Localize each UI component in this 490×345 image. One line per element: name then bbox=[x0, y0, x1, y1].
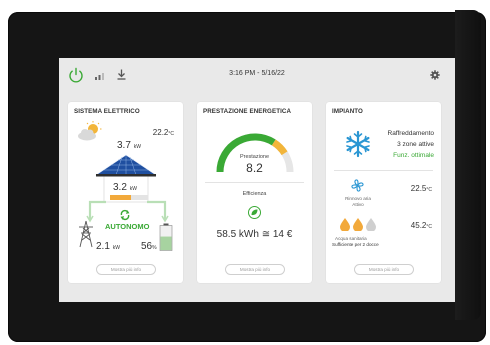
solar-production: 3.7 kW bbox=[117, 140, 141, 151]
solar-production-value: 3.7 bbox=[117, 140, 131, 151]
tablet-edge bbox=[455, 10, 481, 320]
gauge-label: Prestazione bbox=[239, 154, 270, 160]
water-temperature: 45.2°C bbox=[411, 221, 432, 230]
water-temperature-unit: °C bbox=[426, 224, 432, 230]
gauge-value: 8.2 bbox=[246, 161, 263, 175]
electric-system-card: SISTEMA ELETTRICO 22.2°C 3.7 kW 3.2 kW A… bbox=[68, 102, 183, 283]
top-bar: 3:16 PM - 5/16/22 bbox=[59, 58, 455, 92]
outdoor-temperature-value: 22.2 bbox=[152, 128, 169, 137]
outdoor-temperature: 22.2°C bbox=[153, 128, 174, 137]
air-temperature: 22.5°C bbox=[411, 184, 432, 193]
clock: 3:16 PM - 5/16/22 bbox=[229, 70, 285, 77]
water-label: Acqua sanitaria bbox=[335, 236, 367, 241]
card-title: PRESTAZIONE ENERGETICA bbox=[203, 108, 292, 115]
divider bbox=[205, 182, 304, 183]
snowflake-icon bbox=[346, 130, 370, 158]
grid-power-unit: kW bbox=[112, 245, 120, 251]
air-renewal-label: Rinnovo aria bbox=[345, 196, 371, 201]
water-temperature-value: 45.2 bbox=[410, 221, 427, 230]
home-consumption-unit: kW bbox=[129, 186, 137, 192]
card-title: IMPIANTO bbox=[332, 108, 363, 115]
efficiency-label: Efficienza bbox=[242, 191, 267, 197]
power-pylon-icon bbox=[79, 220, 93, 248]
home-consumption: 3.2 kW bbox=[113, 182, 137, 193]
energy-value: 58.5 kWh ≅ 14 € bbox=[216, 229, 293, 240]
battery-icon bbox=[159, 223, 173, 251]
air-temperature-unit: °C bbox=[426, 187, 432, 193]
gear-icon[interactable] bbox=[430, 70, 440, 80]
air-renewal-status: Attivo bbox=[352, 202, 364, 207]
water-drops-icon bbox=[340, 218, 376, 231]
battery-level-unit: % bbox=[152, 245, 157, 251]
air-temperature-value: 22.5 bbox=[410, 184, 427, 193]
more-info-button[interactable]: Mostra più info bbox=[354, 264, 414, 275]
more-info-button[interactable]: Mostra più info bbox=[225, 264, 285, 275]
battery-level-value: 56 bbox=[141, 241, 153, 252]
water-status: Sufficiente per 2 docce bbox=[332, 242, 379, 247]
plant-mode: Raffreddamento bbox=[387, 130, 435, 137]
leaf-icon bbox=[248, 206, 261, 219]
mode-label: AUTONOMO bbox=[105, 222, 150, 231]
plant-card: IMPIANTO Raffreddamento 3 zone attive Fu… bbox=[326, 102, 441, 283]
grid-power: 2.1 kW bbox=[96, 241, 120, 252]
screen: 3:16 PM - 5/16/22 SISTEMA ELETTRICO 22.2… bbox=[59, 58, 455, 302]
energy-performance-card: PRESTAZIONE ENERGETICA Prestazione 8.2 E… bbox=[197, 102, 312, 283]
active-zones: 3 zone attive bbox=[397, 141, 434, 148]
partly-cloudy-icon bbox=[78, 121, 102, 141]
fan-icon bbox=[351, 179, 364, 192]
solar-production-unit: kW bbox=[133, 144, 141, 150]
outdoor-temperature-unit: °C bbox=[168, 131, 174, 137]
battery-level: 56% bbox=[141, 241, 157, 252]
gauge-orange-arc bbox=[271, 139, 288, 156]
more-info-button[interactable]: Mostra più info bbox=[96, 264, 156, 275]
battery-fill bbox=[160, 236, 172, 251]
plant-status: Funz. ottimale bbox=[393, 152, 434, 159]
home-consumption-value: 3.2 bbox=[113, 182, 127, 193]
grid-power-value: 2.1 bbox=[96, 241, 110, 252]
card-title: SISTEMA ELETTRICO bbox=[74, 108, 140, 115]
divider bbox=[334, 170, 433, 171]
autonomous-cycle-icon bbox=[120, 209, 130, 221]
